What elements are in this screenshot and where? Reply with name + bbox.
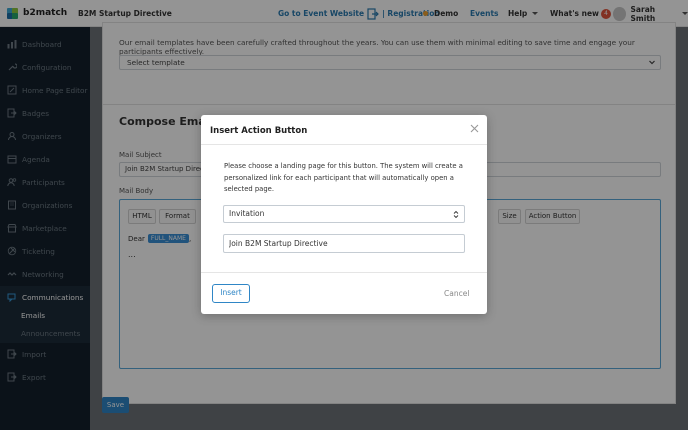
dialog-footer-divider (201, 272, 487, 273)
dialog-header: Insert Action Button (201, 115, 487, 145)
landing-page-select[interactable]: Invitation (223, 205, 465, 223)
dialog-title: Insert Action Button (210, 126, 308, 136)
insert-button[interactable]: Insert (212, 284, 250, 303)
close-icon[interactable] (470, 124, 479, 133)
landing-page-value: Invitation (229, 209, 265, 218)
select-arrows-icon (453, 210, 459, 219)
button-text-input[interactable] (223, 234, 465, 253)
cancel-button[interactable]: Cancel (444, 289, 469, 298)
insert-action-button-dialog: Insert Action Button Please choose a lan… (201, 115, 487, 314)
dialog-description: Please choose a landing page for this bu… (224, 162, 463, 193)
